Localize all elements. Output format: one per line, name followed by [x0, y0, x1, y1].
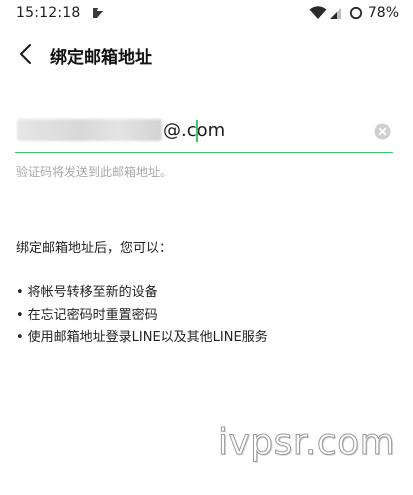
status-time: 15:12:18 — [16, 5, 81, 21]
text-caret — [196, 120, 198, 142]
redacted-email-prefix — [17, 119, 162, 141]
app-header: 绑定邮箱地址 — [0, 34, 413, 74]
battery-icon — [349, 6, 362, 20]
benefits-heading: 绑定邮箱地址后，您可以： — [16, 241, 173, 256]
clear-icon[interactable] — [374, 123, 391, 140]
back-chevron-icon[interactable] — [15, 42, 39, 66]
helper-text: 验证码将发送到此邮箱地址。 — [16, 165, 173, 179]
cell-signal-icon — [329, 8, 341, 19]
list-item: • 在忘记密码时重置密码 — [16, 307, 158, 323]
list-item: • 将帐号转移至新的设备 — [16, 285, 158, 300]
email-value: @.com — [163, 120, 226, 141]
list-item: • 使用邮箱地址登录LINE以及其他LINE服务 — [16, 330, 268, 345]
notification-app-icon — [93, 8, 103, 18]
status-icons: 78% — [309, 4, 399, 22]
watermark: ivpsr.com — [217, 422, 396, 464]
status-bar: 15:12:18 78% — [0, 0, 413, 26]
wifi-icon — [309, 6, 327, 19]
benefit-list: • 将帐号转移至新的设备 • 在忘记密码时重置密码 • 使用邮箱地址登录LINE以及其… — [16, 282, 268, 350]
email-input[interactable]: @.com — [15, 116, 393, 153]
battery-percent: 78% — [367, 5, 399, 21]
page-title: 绑定邮箱地址 — [50, 48, 152, 68]
